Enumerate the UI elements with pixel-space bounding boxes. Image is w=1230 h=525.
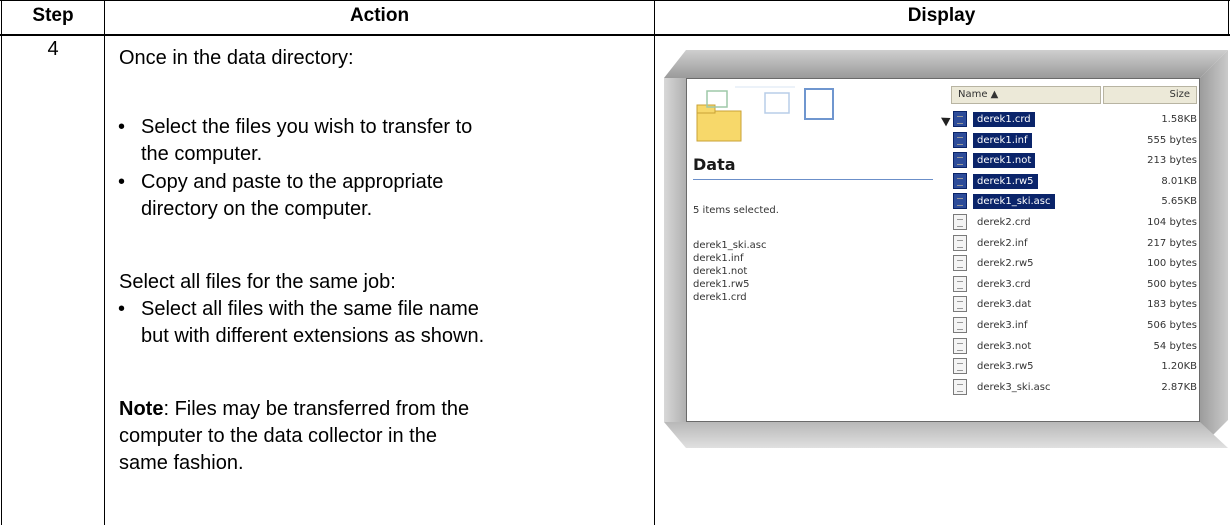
file-name: derek2.inf (977, 237, 1028, 249)
header-step: Step (32, 5, 74, 26)
frame-bevel (664, 78, 686, 422)
file-size: 2.87KB (1161, 381, 1197, 393)
file-name: derek1_ski.asc (973, 194, 1055, 210)
file-size: 104 bytes (1147, 217, 1197, 228)
bullet-line: the computer. (141, 143, 263, 165)
file-name: derek2.rw5 (977, 258, 1034, 270)
file-icon (953, 255, 967, 272)
column-header-name[interactable]: Name ▲ (951, 86, 1101, 104)
file-name: derek2.crd (977, 217, 1031, 228)
file-name: derek3_ski.asc (977, 381, 1051, 393)
file-row[interactable]: derek3.crd 500 bytes (953, 274, 1197, 294)
file-name: derek1.rw5 (973, 173, 1038, 189)
frame-bevel (664, 50, 1228, 78)
file-row[interactable]: derek1.crd 1.58KB (953, 109, 1197, 129)
file-row[interactable]: derek3.rw5 1.20KB (953, 356, 1197, 376)
file-row[interactable]: derek3.dat 183 bytes (953, 294, 1197, 314)
file-explorer-window: Data 5 items selected. derek1_ski.asc der… (686, 78, 1200, 422)
bullet-line: but with different extensions as shown. (141, 325, 485, 347)
file-row[interactable]: derek1.inf 555 bytes (953, 130, 1197, 150)
file-row[interactable]: derek1_ski.asc 5.65KB (953, 191, 1197, 211)
selected-file-item: derek1.inf (693, 253, 744, 264)
file-size: 213 bytes (1147, 155, 1197, 167)
file-icon (953, 172, 967, 189)
selection-count: 5 items selected. (693, 205, 779, 216)
title-divider (693, 179, 933, 180)
note-line: same fashion. (119, 452, 244, 474)
frame-bevel (1200, 50, 1228, 448)
file-size: 506 bytes (1147, 320, 1197, 331)
folder-graphic-icon (696, 86, 834, 142)
file-icon (953, 193, 967, 210)
file-size: 183 bytes (1147, 299, 1197, 311)
file-size: 555 bytes (1147, 134, 1197, 146)
file-icon (953, 131, 967, 148)
bullet-line: Copy and paste to the appropriate (141, 171, 444, 193)
note-label: Note (119, 398, 164, 420)
file-name: derek1.not (973, 153, 1036, 169)
header-action: Action (349, 5, 410, 26)
select-all-text: Select all files for the same job: (119, 271, 396, 293)
file-icon (953, 275, 967, 292)
file-icon (953, 358, 967, 375)
selected-file-item: derek1.crd (693, 292, 747, 303)
file-row[interactable]: derek3.not 54 bytes (953, 336, 1197, 356)
file-name: derek3.not (977, 340, 1032, 352)
file-size: 8.01KB (1161, 175, 1197, 187)
file-icon (953, 317, 967, 333)
note-line: computer to the data collector in the (119, 425, 437, 447)
file-row[interactable]: derek2.rw5 100 bytes (953, 253, 1197, 273)
file-icon (953, 234, 967, 251)
note-paragraph: Note: Files may be transferred from the (119, 397, 469, 421)
file-size: 217 bytes (1147, 237, 1197, 249)
file-icon (953, 296, 967, 313)
file-size: 1.58KB (1161, 114, 1197, 125)
file-size: 54 bytes (1153, 340, 1197, 352)
file-row[interactable]: derek3_ski.asc 2.87KB (953, 377, 1197, 397)
file-row[interactable]: derek1.rw5 8.01KB (953, 171, 1197, 191)
file-icon (953, 214, 967, 230)
selected-file-item: derek1_ski.asc (693, 240, 767, 251)
file-name: derek3.inf (977, 320, 1028, 331)
bullet-dot: • (118, 171, 126, 193)
selected-files-list: derek1_ski.asc derek1.inf derek1.not derek1… (693, 239, 767, 304)
bullet-line: Select all files with the same file name (141, 298, 479, 320)
file-icon (953, 111, 967, 127)
file-size: 5.65KB (1161, 196, 1197, 208)
intro-text: Once in the data directory: (119, 47, 354, 69)
file-size: 500 bytes (1147, 278, 1197, 290)
column-header-size[interactable]: Size (1103, 86, 1197, 104)
file-row[interactable]: derek2.crd 104 bytes (953, 212, 1197, 232)
frame-bevel (664, 422, 1228, 448)
file-icon (953, 378, 967, 395)
screenshot-frame: Data 5 items selected. derek1_ski.asc der… (664, 50, 1228, 448)
bullet-line: Select the files you wish to transfer to (141, 116, 473, 138)
file-name: derek3.crd (977, 278, 1031, 290)
file-name: derek3.rw5 (977, 361, 1034, 373)
selected-file-item: derek1.rw5 (693, 279, 750, 290)
file-name: derek3.dat (977, 299, 1032, 311)
bullet-dot: • (118, 298, 126, 320)
bullet-line: directory on the computer. (141, 198, 373, 220)
file-size: 100 bytes (1147, 258, 1197, 270)
panel-title: Data (693, 155, 736, 174)
file-name: derek1.inf (973, 132, 1032, 148)
file-icon (953, 152, 967, 169)
selected-file-item: derek1.not (693, 266, 748, 277)
file-icon (953, 337, 967, 354)
file-row[interactable]: derek2.inf 217 bytes (953, 233, 1197, 253)
bullet-dot: • (118, 116, 126, 138)
step-number: 4 (47, 38, 59, 60)
header-display: Display (907, 5, 976, 26)
mouse-cursor-icon (941, 113, 953, 127)
file-size: 1.20KB (1161, 361, 1197, 373)
file-name: derek1.crd (973, 112, 1035, 127)
file-row[interactable]: derek3.inf 506 bytes (953, 315, 1197, 335)
note-line: : Files may be transferred from the (163, 398, 470, 420)
file-row[interactable]: derek1.not 213 bytes (953, 150, 1197, 170)
